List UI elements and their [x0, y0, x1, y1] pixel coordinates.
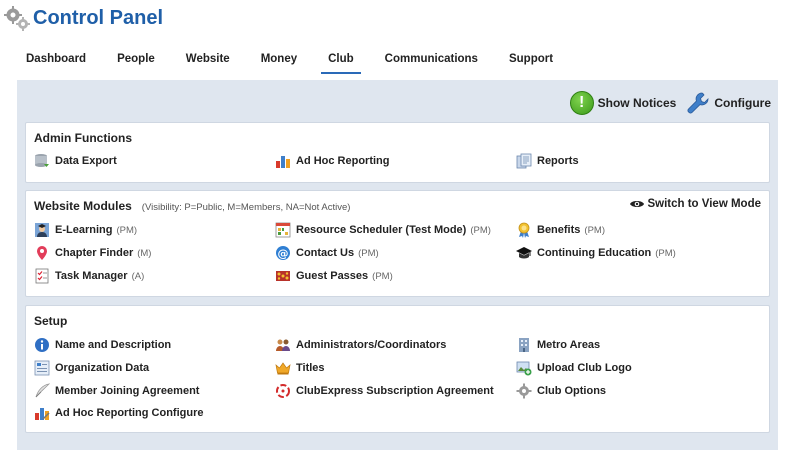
page-header: Control Panel: [4, 4, 163, 32]
crown-icon: [275, 362, 291, 375]
data-export-link[interactable]: Data Export: [34, 153, 117, 169]
ad-hoc-reporting-configure-link[interactable]: Ad Hoc Reporting Configure: [34, 405, 204, 421]
metro-areas-link[interactable]: Metro Areas: [516, 337, 600, 353]
tab-website[interactable]: Website: [186, 52, 230, 76]
tab-people[interactable]: People: [117, 52, 155, 76]
administrators-coordinators-link[interactable]: Administrators/Coordinators: [275, 337, 446, 353]
database-icon: [35, 154, 49, 167]
tab-dashboard[interactable]: Dashboard: [26, 52, 86, 76]
quill-icon: [35, 383, 50, 398]
section-title: Admin Functions: [34, 131, 132, 145]
titles-link[interactable]: Titles: [275, 360, 325, 376]
tab-support[interactable]: Support: [509, 52, 553, 76]
panel-toolbar: ! Show Notices Configure: [560, 90, 771, 116]
configure-label: Configure: [714, 96, 771, 110]
continuing-education-link[interactable]: Continuing Education (PM): [516, 245, 676, 261]
documents-icon: [516, 153, 532, 169]
exclamation-icon: !: [569, 91, 594, 115]
show-notices-button[interactable]: ! Show Notices: [569, 91, 677, 115]
club-options-link[interactable]: Club Options: [516, 383, 606, 399]
map-pin-icon: [37, 246, 47, 260]
svg-text:@: @: [278, 247, 289, 260]
building-icon: [519, 338, 529, 352]
ad-hoc-reporting-link[interactable]: Ad Hoc Reporting: [275, 153, 390, 169]
upload-club-logo-link[interactable]: Upload Club Logo: [516, 360, 632, 376]
people-icon: [276, 339, 290, 351]
switch-view-mode-button[interactable]: Switch to View Mode: [630, 198, 761, 210]
organization-data-link[interactable]: Organization Data: [34, 360, 149, 376]
clubexpress-subscription-agreement-link[interactable]: ClubExpress Subscription Agreement: [275, 383, 494, 399]
chapter-finder-link[interactable]: Chapter Finder (M): [34, 245, 151, 261]
wrench-icon: [687, 92, 709, 114]
at-sign-icon: @: [276, 246, 290, 260]
clubexpress-icon: [276, 384, 290, 398]
benefits-link[interactable]: Benefits (PM): [516, 222, 605, 238]
info-icon: [35, 338, 49, 352]
main-tabs: Dashboard People Website Money Club Comm…: [26, 52, 584, 78]
section-title: Setup: [34, 314, 68, 328]
tab-communications[interactable]: Communications: [385, 52, 478, 76]
org-data-icon: [34, 360, 50, 376]
gears-icon: [4, 6, 30, 31]
mortarboard-icon: [516, 247, 532, 259]
show-notices-label: Show Notices: [597, 96, 677, 110]
chart-config-icon: [35, 408, 50, 420]
admin-functions-section: Admin Functions Data Export Ad Hoc Repor…: [25, 122, 770, 183]
section-title: Website Modules (Visibility: P=Public, M=…: [34, 199, 351, 213]
tab-money[interactable]: Money: [261, 52, 297, 76]
calendar-grid-icon: [275, 222, 291, 238]
task-manager-link[interactable]: Task Manager (A): [34, 268, 144, 284]
guest-passes-link[interactable]: Guest Passes (PM): [275, 268, 393, 284]
gear-icon: [516, 383, 532, 399]
configure-button[interactable]: Configure: [686, 91, 771, 115]
graduate-icon: [35, 223, 49, 237]
tab-club[interactable]: Club: [321, 52, 361, 76]
e-learning-link[interactable]: E-Learning (PM): [34, 222, 137, 238]
bar-chart-icon: [276, 156, 290, 168]
reports-link[interactable]: Reports: [516, 153, 579, 169]
visibility-legend: (Visibility: P=Public, M=Members, NA=Not…: [141, 202, 351, 213]
eye-icon: [630, 201, 645, 207]
checklist-icon: [35, 268, 49, 284]
award-icon: [518, 222, 530, 238]
ticket-icon: [276, 271, 290, 281]
resource-scheduler-link[interactable]: Resource Scheduler (Test Mode) (PM): [275, 222, 491, 238]
name-description-link[interactable]: Name and Description: [34, 337, 171, 353]
website-modules-section: Website Modules (Visibility: P=Public, M=…: [25, 190, 770, 297]
upload-image-icon: [516, 361, 532, 376]
member-joining-agreement-link[interactable]: Member Joining Agreement: [34, 383, 199, 399]
page-title: Control Panel: [33, 6, 164, 29]
setup-section: Setup Name and Description Administrator…: [25, 305, 770, 433]
contact-us-link[interactable]: @ Contact Us (PM): [275, 245, 379, 261]
